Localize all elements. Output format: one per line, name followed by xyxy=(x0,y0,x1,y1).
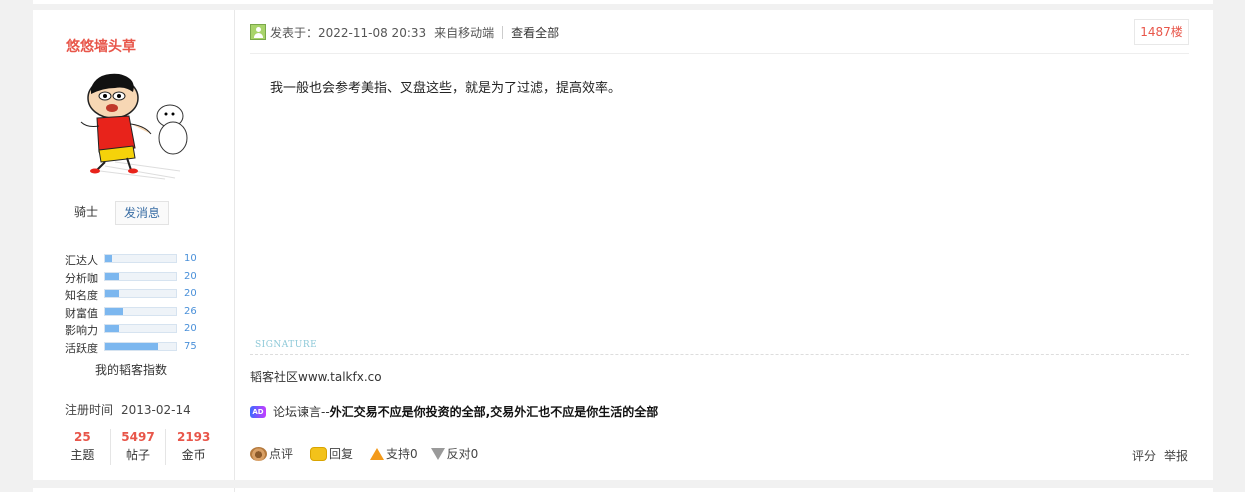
stat-label: 分析咖 xyxy=(65,271,98,285)
post-source: 来自移动端 xyxy=(434,25,495,40)
count-posts[interactable]: 5497 帖子 xyxy=(109,429,166,465)
user-rank: 骑士 xyxy=(74,205,99,219)
post-meta: 发表于：2022-11-08 20:33 来自移动端 查看全部 xyxy=(250,22,559,42)
stat-label: 活跃度 xyxy=(65,341,98,355)
username[interactable]: 悠悠墙头草 xyxy=(33,36,169,56)
stat-bar-fill xyxy=(105,272,120,280)
stat-row: 汇达人 10 xyxy=(65,251,205,269)
arrow-down-icon xyxy=(430,447,445,460)
oppose-button[interactable]: 反对0 xyxy=(430,445,479,462)
stat-bar-fill xyxy=(105,290,120,297)
stat-value: 75 xyxy=(184,340,197,352)
stat-value: 20 xyxy=(184,323,197,334)
talkfx-index-link[interactable]: 我的韬客指数 xyxy=(95,361,167,378)
count-label: 帖子 xyxy=(126,448,151,462)
register-date: 注册时间 2013-02-14 xyxy=(65,401,191,418)
reply-button[interactable]: 回复 xyxy=(310,445,353,462)
stat-row: 知名度 20 xyxy=(65,286,205,304)
forum-post: 悠悠墙头草 骑士 发消息 汇达人 10 分析咖 20 知名度 20 财富值 26… xyxy=(33,10,1213,480)
sidebar-divider xyxy=(234,10,235,480)
floor-number[interactable]: 1487楼 xyxy=(1134,19,1189,45)
stat-value: 10 xyxy=(184,253,197,264)
view-all-link[interactable]: 查看全部 xyxy=(511,24,559,41)
stat-label: 影响力 xyxy=(65,324,98,337)
speech-bubble-icon xyxy=(310,446,328,461)
stat-bar xyxy=(104,324,177,333)
avatar[interactable] xyxy=(75,66,190,181)
stat-row: 分析咖 20 xyxy=(65,269,205,287)
stat-bar xyxy=(104,341,177,351)
post-time: 发表于：2022-11-08 20:33 xyxy=(270,25,427,40)
previous-post-edge xyxy=(33,0,1213,4)
count-label: 主题 xyxy=(70,448,95,462)
ad-icon: AD xyxy=(250,405,266,418)
user-stats: 汇达人 10 分析咖 20 知名度 20 财富值 26 影响力 20 活跃度 7… xyxy=(65,251,205,356)
stat-value: 20 xyxy=(184,270,197,282)
count-coins[interactable]: 2193 金币 xyxy=(165,429,221,465)
signature-label: SIGNATURE xyxy=(255,340,318,350)
post-content: 我一般也会参考美指、叉盘这些，就是为了过滤，提高效率。 xyxy=(270,81,622,96)
support-label: 支持0 xyxy=(386,447,418,461)
register-label: 注册时间 xyxy=(65,403,114,417)
stat-row: 影响力 20 xyxy=(65,321,205,339)
oppose-label: 反对0 xyxy=(446,447,479,461)
post-actions: 点评 回复 支持0 反对0 xyxy=(250,445,495,462)
coffee-icon xyxy=(250,446,267,461)
stat-label: 知名度 xyxy=(65,289,98,302)
post-manage-actions: 评分 举报 xyxy=(1132,447,1188,464)
stat-value: 26 xyxy=(184,305,197,317)
ad-text[interactable]: 外汇交易不应是你投资的全部,交易外汇也不应是你生活的全部 xyxy=(330,403,659,420)
stat-bar-fill xyxy=(105,307,124,315)
count-value: 2193 xyxy=(176,430,211,444)
report-link[interactable]: 举报 xyxy=(1164,449,1188,463)
count-value: 25 xyxy=(73,430,91,444)
send-message-button[interactable]: 发消息 xyxy=(115,201,169,225)
stat-bar xyxy=(104,306,177,316)
register-value: 2013-02-14 xyxy=(121,403,191,417)
signature-divider xyxy=(250,354,1189,355)
user-counts: 25 主题 5497 帖子 2193 金币 xyxy=(55,429,221,465)
stat-row: 活跃度 75 xyxy=(65,339,205,357)
support-button[interactable]: 支持0 xyxy=(370,445,418,462)
comment-button[interactable]: 点评 xyxy=(250,445,293,462)
user-online-icon xyxy=(250,24,266,40)
stat-bar-fill xyxy=(105,325,120,332)
rate-link[interactable]: 评分 xyxy=(1132,449,1156,463)
comment-label: 点评 xyxy=(269,447,294,461)
stat-bar-fill xyxy=(105,342,159,350)
signature-text: 韬客社区www.talkfx.co xyxy=(250,370,382,384)
stat-bar-fill xyxy=(105,255,113,262)
stat-label: 财富值 xyxy=(65,306,98,320)
count-threads[interactable]: 25 主题 xyxy=(55,429,110,465)
stat-bar xyxy=(104,271,177,281)
sidebar-divider xyxy=(234,488,235,492)
ad-tag: 论坛谏言-- xyxy=(273,405,330,419)
stat-bar xyxy=(104,254,177,263)
stat-bar xyxy=(104,289,177,298)
meta-separator xyxy=(502,25,504,39)
next-post-edge xyxy=(33,488,1213,492)
forum-ad[interactable]: AD 论坛谏言-- 外汇交易不应是你投资的全部,交易外汇也不应是你生活的全部 xyxy=(250,403,658,420)
stat-label: 汇达人 xyxy=(65,254,98,267)
arrow-up-icon xyxy=(370,447,385,460)
reply-label: 回复 xyxy=(329,447,354,461)
count-label: 金币 xyxy=(181,448,206,462)
stat-row: 财富值 26 xyxy=(65,304,205,322)
count-value: 5497 xyxy=(121,430,155,444)
stat-value: 20 xyxy=(184,288,197,299)
header-divider xyxy=(250,53,1189,54)
